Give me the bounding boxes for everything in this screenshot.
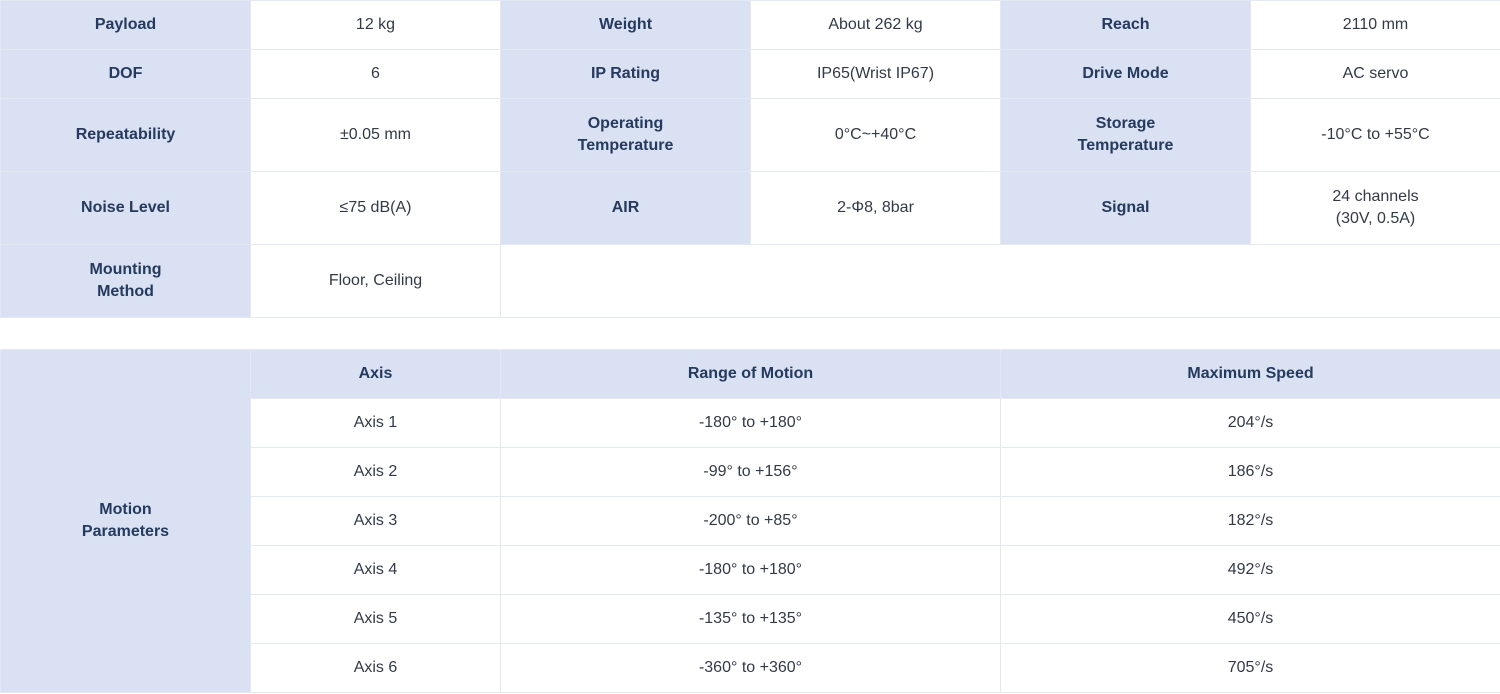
speed-cell: 204°/s [1000, 398, 1500, 448]
spec-label: Signal [1000, 171, 1251, 245]
spec-value: 24 channels (30V, 0.5A) [1250, 171, 1500, 245]
spec-label: Noise Level [0, 171, 251, 245]
axis-cell: Axis 4 [250, 545, 501, 595]
spec-label: Mounting Method [0, 244, 251, 318]
spec-label: Weight [500, 0, 751, 50]
motion-header: Axis [250, 349, 501, 399]
axis-cell: Axis 5 [250, 594, 501, 644]
spec-label: Storage Temperature [1000, 98, 1251, 172]
spec-value: 6 [250, 49, 501, 99]
range-cell: -200° to +85° [500, 496, 1001, 546]
spec-row: Mounting Method Floor, Ceiling [0, 244, 1500, 318]
spec-label: Payload [0, 0, 251, 50]
spec-value: ≤75 dB(A) [250, 171, 501, 245]
spec-row: Payload 12 kg Weight About 262 kg Reach … [0, 0, 1500, 50]
spec-value: AC servo [1250, 49, 1500, 99]
motion-header: Maximum Speed [1000, 349, 1500, 399]
axis-cell: Axis 3 [250, 496, 501, 546]
speed-cell: 492°/s [1000, 545, 1500, 595]
spec-value: -10°C to +55°C [1250, 98, 1500, 172]
spec-row: DOF 6 IP Rating IP65(Wrist IP67) Drive M… [0, 49, 1500, 99]
spec-label: AIR [500, 171, 751, 245]
speed-cell: 182°/s [1000, 496, 1500, 546]
range-cell: -360° to +360° [500, 643, 1001, 693]
range-cell: -99° to +156° [500, 447, 1001, 497]
motion-header: Range of Motion [500, 349, 1001, 399]
spec-label: Reach [1000, 0, 1251, 50]
spec-row: Noise Level ≤75 dB(A) AIR 2-Φ8, 8bar Sig… [0, 171, 1500, 245]
spec-value: 2110 mm [1250, 0, 1500, 50]
speed-cell: 450°/s [1000, 594, 1500, 644]
spec-value: 12 kg [250, 0, 501, 50]
range-cell: -180° to +180° [500, 398, 1001, 448]
speed-cell: 186°/s [1000, 447, 1500, 497]
motion-header-row: Motion Parameters Axis Range of Motion M… [0, 349, 1500, 693]
motion-table: Motion Parameters Axis Range of Motion M… [0, 349, 1500, 693]
spec-label: Repeatability [0, 98, 251, 172]
range-cell: -180° to +180° [500, 545, 1001, 595]
spec-label: Operating Temperature [500, 98, 751, 172]
spec-value: 2-Φ8, 8bar [750, 171, 1001, 245]
range-cell: -135° to +135° [500, 594, 1001, 644]
spec-label: IP Rating [500, 49, 751, 99]
spec-label: DOF [0, 49, 251, 99]
spec-label: Drive Mode [1000, 49, 1251, 99]
empty-cell [500, 244, 1500, 318]
axis-cell: Axis 2 [250, 447, 501, 497]
spec-value: About 262 kg [750, 0, 1001, 50]
spec-value: ±0.05 mm [250, 98, 501, 172]
speed-cell: 705°/s [1000, 643, 1500, 693]
spec-row: Repeatability ±0.05 mm Operating Tempera… [0, 98, 1500, 172]
motion-parameters-label: Motion Parameters [0, 349, 251, 693]
spec-value: Floor, Ceiling [250, 244, 501, 318]
spec-table: Payload 12 kg Weight About 262 kg Reach … [0, 0, 1500, 318]
spec-value: 0°C~+40°C [750, 98, 1001, 172]
axis-cell: Axis 6 [250, 643, 501, 693]
spec-value: IP65(Wrist IP67) [750, 49, 1001, 99]
axis-cell: Axis 1 [250, 398, 501, 448]
